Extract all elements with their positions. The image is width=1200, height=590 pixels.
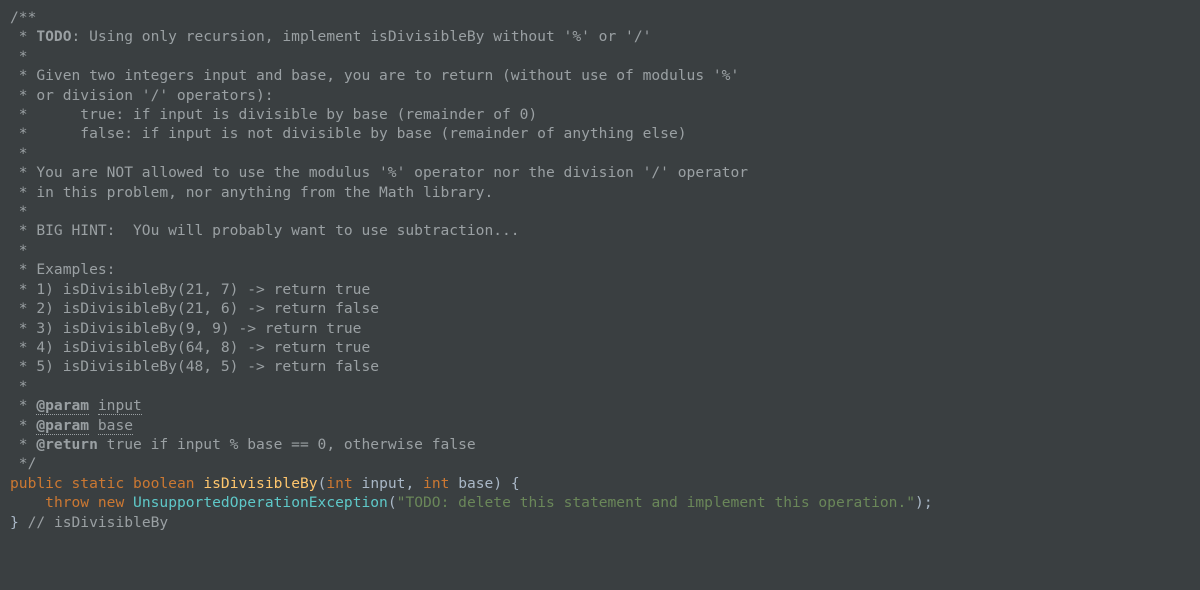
doc-line: /**: [10, 9, 36, 26]
doc-line: *: [10, 145, 28, 162]
doc-line: * 1) isDivisibleBy(21, 7) -> return true: [10, 281, 370, 298]
param-tag: @param: [36, 397, 89, 415]
code-line: } // isDivisibleBy: [10, 514, 168, 531]
doc-line: * false: if input is not divisible by ba…: [10, 125, 687, 142]
code-line: throw new UnsupportedOperationException(…: [10, 494, 933, 511]
doc-line: * @param base: [10, 417, 133, 435]
code-line: public static boolean isDivisibleBy(int …: [10, 475, 520, 492]
keyword-new: new: [98, 494, 124, 511]
param-name: input: [98, 397, 142, 415]
param-name: base: [98, 417, 133, 435]
doc-line: * Examples:: [10, 261, 115, 278]
code-block: /** * TODO: Using only recursion, implem…: [0, 0, 1200, 540]
exception-class: UnsupportedOperationException: [133, 494, 388, 511]
param-input: input: [362, 475, 406, 492]
keyword-int: int: [423, 475, 449, 492]
method-name: isDivisibleBy: [203, 475, 317, 492]
doc-line: * BIG HINT: YOu will probably want to us…: [10, 222, 520, 239]
doc-line: *: [10, 48, 28, 65]
keyword-int: int: [326, 475, 352, 492]
keyword-public: public: [10, 475, 63, 492]
doc-line: * 4) isDivisibleBy(64, 8) -> return true: [10, 339, 370, 356]
keyword-throw: throw: [45, 494, 89, 511]
return-tag: @return: [36, 436, 98, 453]
doc-line: * 5) isDivisibleBy(48, 5) -> return fals…: [10, 358, 379, 375]
end-comment: // isDivisibleBy: [28, 514, 169, 531]
param-tag: @param: [36, 417, 89, 435]
keyword-static: static: [72, 475, 125, 492]
todo-label: TODO: [36, 28, 71, 45]
doc-line: * 3) isDivisibleBy(9, 9) -> return true: [10, 320, 361, 337]
doc-line: */: [10, 455, 36, 472]
param-base: base: [458, 475, 493, 492]
doc-line: *: [10, 378, 28, 395]
string-literal: "TODO: delete this statement and impleme…: [397, 494, 915, 511]
doc-line: * TODO: Using only recursion, implement …: [10, 28, 651, 45]
doc-line: * 2) isDivisibleBy(21, 6) -> return fals…: [10, 300, 379, 317]
doc-line: * @return true if input % base == 0, oth…: [10, 436, 476, 453]
doc-line: *: [10, 242, 28, 259]
doc-line: *: [10, 203, 28, 220]
keyword-boolean: boolean: [133, 475, 195, 492]
doc-line: * @param input: [10, 397, 142, 415]
doc-line: * true: if input is divisible by base (r…: [10, 106, 537, 123]
doc-line: * You are NOT allowed to use the modulus…: [10, 164, 748, 181]
doc-line: * in this problem, nor anything from the…: [10, 184, 493, 201]
doc-line: * Given two integers input and base, you…: [10, 67, 739, 84]
doc-line: * or division '/' operators):: [10, 87, 274, 104]
